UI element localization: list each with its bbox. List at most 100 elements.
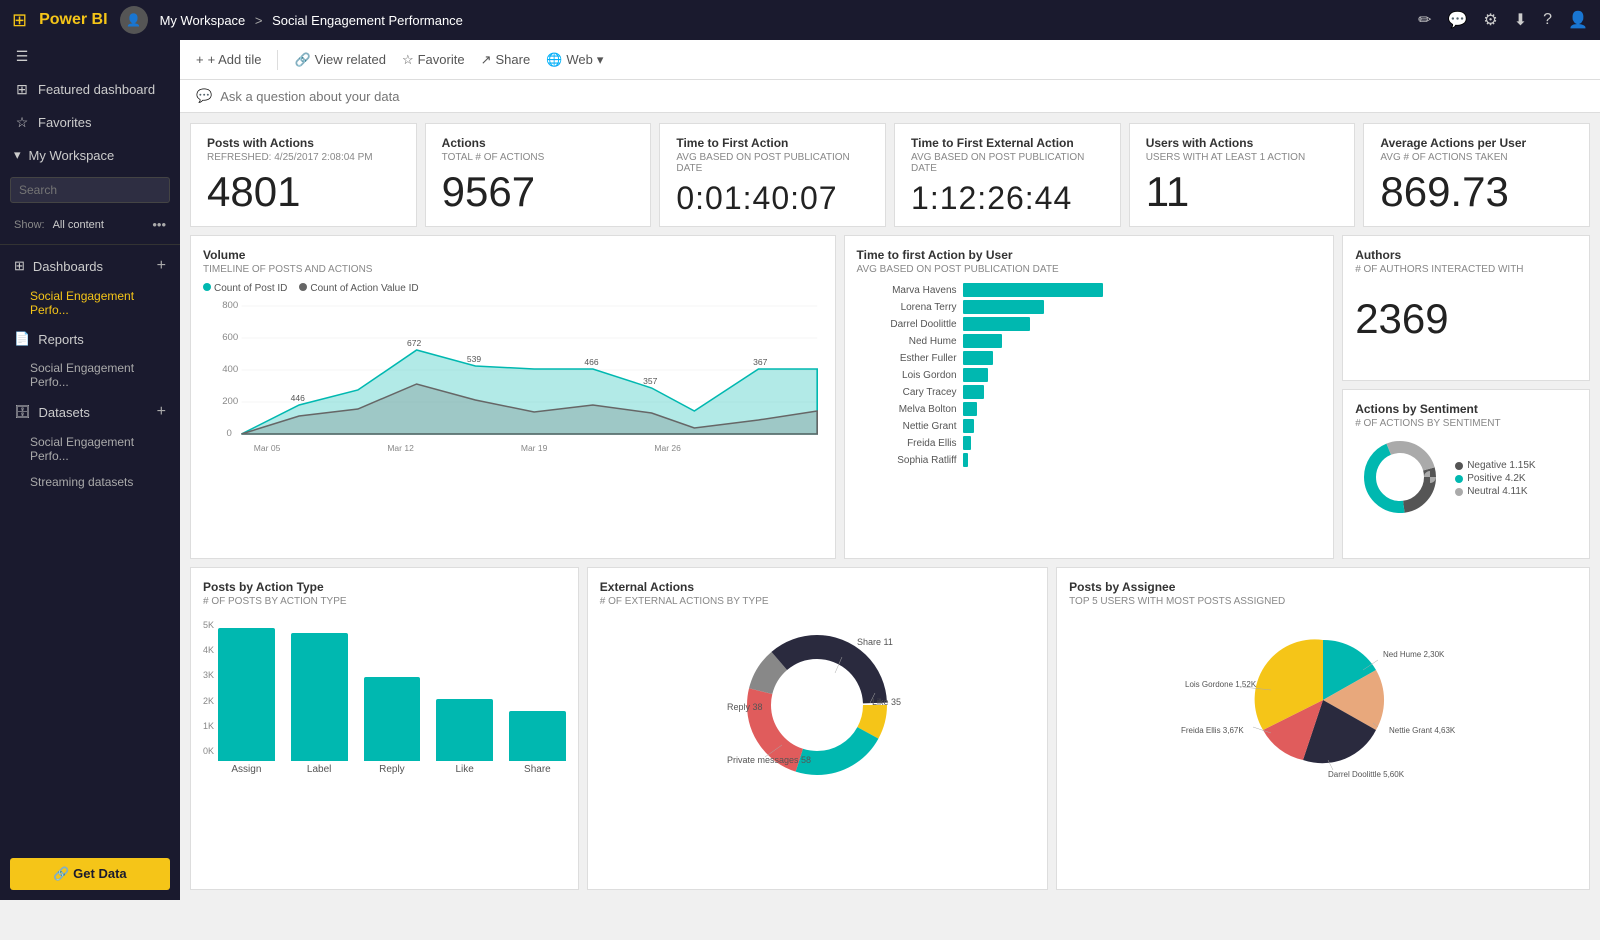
question-icon: 💬 (196, 88, 212, 104)
svg-text:357: 357 (643, 377, 658, 386)
bar-fill (963, 283, 1103, 297)
settings-icon[interactable]: ⚙ (1483, 10, 1497, 30)
sidebar-item-streaming[interactable]: Streaming datasets (0, 469, 180, 495)
sidebar-dashboards-header[interactable]: ⊞ Dashboards + (0, 249, 180, 283)
dashboard: Posts with Actions REFRESHED: 4/25/2017 … (180, 113, 1600, 900)
user-avatar[interactable]: 👤 (120, 6, 148, 34)
chart-legend: Count of Post ID Count of Action Value I… (203, 283, 823, 294)
chart-subtitle: # OF EXTERNAL ACTIONS BY TYPE (600, 596, 1035, 607)
web-btn[interactable]: 🌐 Web ▾ (546, 52, 603, 68)
toolbar: + + Add tile 🔗 View related ☆ Favorite ↗… (180, 40, 1600, 80)
chart-title: Volume (203, 248, 823, 262)
bar-fill (963, 334, 1002, 348)
posts-by-assignee-card: Posts by Assignee TOP 5 USERS WITH MOST … (1056, 567, 1590, 891)
bar-h-row: Melva Bolton (857, 402, 1322, 416)
edit-icon[interactable]: ✏ (1418, 10, 1431, 30)
bar-fill (963, 385, 984, 399)
add-tile-btn[interactable]: + + Add tile (196, 52, 261, 67)
view-icon: 🔗 (294, 52, 310, 68)
kpi-posts-with-actions: Posts with Actions REFRESHED: 4/25/2017 … (190, 123, 417, 227)
kpi-subtitle: REFRESHED: 4/25/2017 2:08:04 PM (207, 152, 400, 163)
svg-text:539: 539 (467, 355, 482, 364)
datasets-icon: 🗄 (14, 404, 31, 420)
add-dataset-btn[interactable]: + (157, 403, 166, 421)
bar-fill (963, 453, 969, 467)
posts-action-type-card: Posts by Action Type # OF POSTS BY ACTIO… (190, 567, 579, 891)
sidebar-item-menu[interactable]: ☰ (0, 40, 180, 73)
grid-icon[interactable]: ⊞ (12, 10, 27, 31)
svg-text:Darrel Doolittle 5,60K: Darrel Doolittle 5,60K (1328, 770, 1405, 779)
question-input[interactable] (220, 89, 1584, 104)
get-data-button[interactable]: 🔗 Get Data (10, 858, 170, 890)
main-content: + + Add tile 🔗 View related ☆ Favorite ↗… (180, 40, 1600, 900)
bar-h-row: Lois Gordon (857, 368, 1322, 382)
authors-value: 2369 (1355, 295, 1577, 343)
kpi-subtitle: AVG BASED ON POST PUBLICATION DATE (911, 152, 1104, 174)
plus-icon: + (196, 52, 204, 67)
chart-subtitle: # OF POSTS BY ACTION TYPE (203, 596, 566, 607)
bar-label: Freida Ellis (857, 438, 957, 449)
kpi-subtitle: USERS WITH AT LEAST 1 ACTION (1146, 152, 1339, 163)
svg-text:0: 0 (226, 428, 231, 438)
bar-label: Lorena Terry (857, 302, 957, 313)
download-icon[interactable]: ⬇ (1514, 10, 1527, 30)
kpi-actions: Actions TOTAL # OF ACTIONS 9567 (425, 123, 652, 227)
kpi-row: Posts with Actions REFRESHED: 4/25/2017 … (190, 123, 1590, 227)
kpi-avg-actions: Average Actions per User AVG # OF ACTION… (1363, 123, 1590, 227)
external-actions-donut: Share 11 Like 35 Reply 38 Private messag… (717, 615, 917, 785)
sentiment-title: Actions by Sentiment (1355, 402, 1577, 416)
bar-assign (218, 628, 275, 761)
svg-text:466: 466 (584, 358, 599, 367)
featured-label: Featured dashboard (38, 82, 155, 97)
bar-label (291, 633, 348, 761)
sidebar-datasets-header[interactable]: 🗄 Datasets + (0, 395, 180, 429)
help-icon[interactable]: ? (1543, 11, 1552, 29)
chart-subtitle: AVG BASED ON POST PUBLICATION DATE (857, 264, 1322, 275)
bar-reply (364, 677, 421, 761)
sidebar-item-social-report[interactable]: Social Engagement Perfo... (0, 355, 180, 395)
svg-text:446: 446 (291, 394, 306, 403)
kpi-title: Users with Actions (1146, 136, 1339, 150)
sidebar-reports-header[interactable]: 📄 Reports (0, 323, 180, 355)
favorite-btn[interactable]: ☆ Favorite (402, 52, 465, 68)
sidebar-item-favorites[interactable]: ☆ Favorites (0, 106, 180, 139)
kpi-subtitle: TOTAL # OF ACTIONS (442, 152, 635, 163)
bar-label: Esther Fuller (857, 353, 957, 364)
bar-label: Darrel Doolittle (857, 319, 957, 330)
sidebar-item-workspace[interactable]: ▾ My Workspace (0, 139, 180, 171)
view-related-btn[interactable]: 🔗 View related (294, 52, 386, 68)
more-icon: ••• (152, 217, 166, 232)
get-data-icon: 🔗 (53, 866, 73, 881)
sidebar-item-show[interactable]: Show: All content ••• (0, 209, 180, 240)
sidebar-item-featured[interactable]: ⊞ Featured dashboard (0, 73, 180, 106)
bar-h-row: Sophia Ratliff (857, 453, 1322, 467)
bar-label: Marva Havens (857, 285, 957, 296)
chart-title: External Actions (600, 580, 1035, 594)
chat-icon[interactable]: 💬 (1448, 10, 1468, 30)
svg-text:400: 400 (222, 364, 238, 374)
reports-label: Reports (38, 332, 84, 347)
web-icon: 🌐 (546, 52, 562, 68)
share-btn[interactable]: ↗ Share (481, 52, 531, 68)
menu-icon: ☰ (14, 48, 30, 65)
bar-h-row: Darrel Doolittle (857, 317, 1322, 331)
svg-text:Like 35: Like 35 (872, 697, 901, 707)
dashboards-label: Dashboards (33, 259, 103, 274)
sidebar-item-social-dashboard[interactable]: Social Engagement Perfo... (0, 283, 180, 323)
volume-svg: 800 600 400 200 0 446 (203, 298, 823, 458)
svg-text:Nettie Grant 4,63K: Nettie Grant 4,63K (1389, 726, 1456, 735)
kpi-value: 869.73 (1380, 171, 1573, 213)
charts-row-2: Volume TIMELINE OF POSTS AND ACTIONS Cou… (190, 235, 1590, 559)
account-icon[interactable]: 👤 (1568, 10, 1588, 30)
sidebar-item-social-dataset[interactable]: Social Engagement Perfo... (0, 429, 180, 469)
posts-assignee-pie: Ned Hume 2,30K Nettie Grant 4,63K Darrel… (1163, 615, 1483, 785)
sidebar: ☰ ⊞ Featured dashboard ☆ Favorites ▾ My … (0, 40, 180, 900)
chevron-down-icon: ▾ (14, 147, 21, 163)
bar-fill (963, 300, 1044, 314)
add-dashboard-btn[interactable]: + (157, 257, 166, 275)
kpi-value: 9567 (442, 171, 635, 213)
volume-chart-card: Volume TIMELINE OF POSTS AND ACTIONS Cou… (190, 235, 836, 559)
sentiment-legend: Negative 1.15K Positive 4.2K Neutral 4.1… (1455, 460, 1535, 499)
search-input[interactable] (10, 177, 170, 203)
svg-text:367: 367 (753, 358, 768, 367)
